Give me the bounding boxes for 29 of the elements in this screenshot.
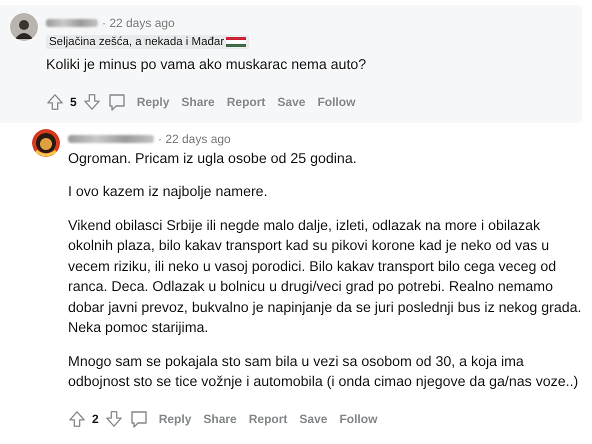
comment-text: Mnogo sam se pokajala sto sam bila u vezi sa osobom od 30, a koja ima odbojnost sto se tice vožnje i automobila (i onda cimao njegove da ga/nas voze..) [68,352,580,392]
action-button[interactable]: Share [199,410,241,428]
comment-icon[interactable] [128,408,149,428]
flag-icon [226,37,246,47]
upvote-icon[interactable] [68,410,86,428]
upvote-icon[interactable] [46,92,64,110]
action-button[interactable]: Reply [132,92,174,110]
action-button[interactable]: Share [177,92,219,110]
action-button[interactable]: Save [295,410,332,428]
action-button[interactable]: Follow [313,92,360,110]
comment-text: I ovo kazem iz najbolje namere. [68,183,269,202]
avatar-icon [32,128,60,156]
action-button[interactable]: Save [273,92,310,110]
action-button[interactable]: Report [222,92,270,110]
user-flair: Seljačina zešća, a nekada i Mađar [46,35,250,49]
avatar-icon [10,13,38,41]
vote-count: 2 [92,412,99,426]
action-button[interactable]: Reply [154,410,196,428]
vote-count: 5 [70,94,77,108]
comment-text: Ogroman. Pricam iz ugla osobe od 25 godina. [68,150,358,168]
action-button[interactable]: Follow [335,410,382,428]
downvote-icon[interactable] [82,92,101,110]
comment-text: Vikend obilasci Srbije ili negde malo dalje, izleti, odlazak na more i obilazak okolnih plaza, bilo kakav transport kad su pikovi korone kad je neko od vas u vecem riziku, ili neko u vasoj porodici. Bilo kakav transport bilo cega veceg od ranca. Deca. Odlazak u bolnicu u drugi/veci grad po potrebi. Realno nemamo dobar javni prevoz, bukvalno je napinjanje da se juri poslednji bus iz nekog grada. Neka pomoc starijima. [68,216,582,338]
comment-time: · 22 days ago [158,132,231,146]
action-button[interactable]: Report [244,410,292,428]
comment-time: · 22 days ago [102,16,175,30]
comment-icon[interactable] [106,92,127,112]
downvote-icon[interactable] [104,410,123,428]
comment-text: Koliki je minus po vama ako muskarac nema auto? [46,56,366,75]
